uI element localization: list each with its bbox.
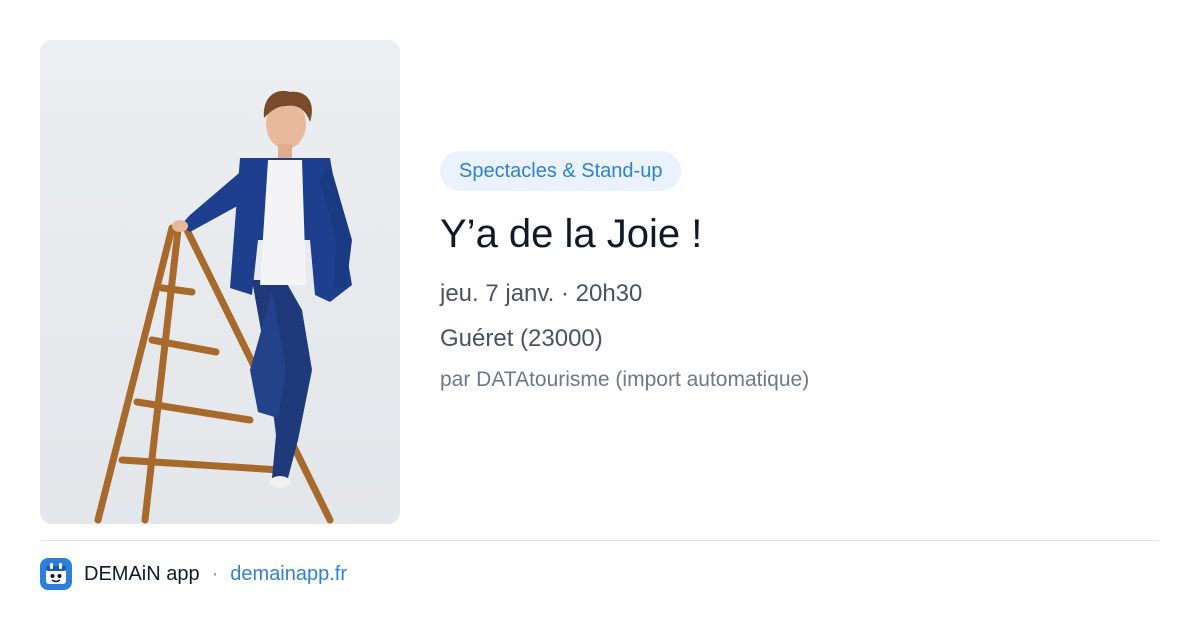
footer: DEMAiN app · demainapp.fr xyxy=(40,556,347,592)
event-title: Y’a de la Joie ! xyxy=(440,212,703,256)
footer-separator: · xyxy=(211,562,219,585)
event-image xyxy=(40,40,400,524)
event-datetime: jeu. 7 janv. · 20h30 xyxy=(440,280,643,307)
category-badge[interactable]: Spectacles & Stand-up xyxy=(440,151,682,191)
event-info: Spectacles & Stand-up Y’a de la Joie ! j… xyxy=(440,151,1160,394)
site-link[interactable]: demainapp.fr xyxy=(230,563,347,586)
event-location: Guéret (23000) xyxy=(440,325,603,352)
app-name: DEMAiN app xyxy=(84,562,200,585)
event-source: par DATAtourisme (import automatique) xyxy=(440,368,810,391)
app-logo-icon xyxy=(40,558,72,590)
footer-divider xyxy=(40,540,1160,541)
